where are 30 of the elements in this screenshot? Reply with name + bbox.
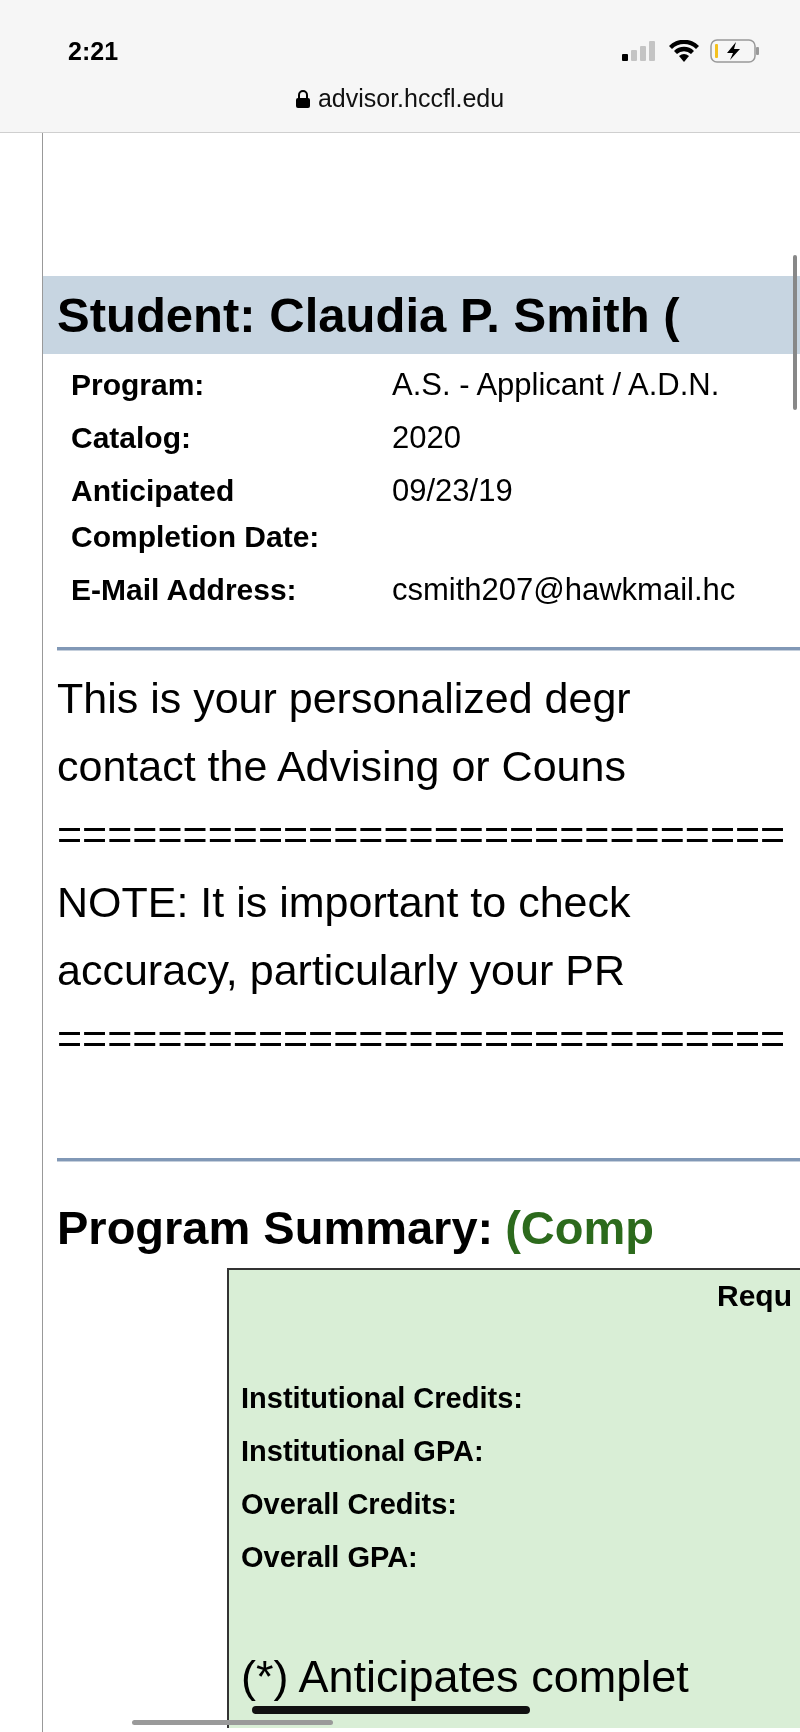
field-label: Anticipated Completion Date: [71,473,321,555]
notice-line: contact the Advising or Couns [57,741,627,792]
notice-line: ============================= [57,1013,787,1064]
section-heading: Program Summary: [57,1200,494,1256]
row-label: Overall Credits: [241,1487,458,1522]
notice-line: This is your personalized degr [57,673,632,724]
field-value: csmith207@hawkmail.hc [392,571,737,609]
battery-icon [710,39,760,63]
footnote: (*) Anticipates complet [241,1652,690,1702]
student-heading: Student: Claudia P. Smith ( [57,287,680,343]
signal-icon [622,41,658,61]
field-value: A.S. - Applicant / A.D.N. [392,366,721,404]
column-heading: Requ [716,1278,793,1314]
notice-line: NOTE: It is important to check [57,877,632,928]
home-indicator[interactable] [252,1706,530,1714]
row-label: Institutional GPA: [241,1434,485,1469]
row-label: Institutional Credits: [241,1381,524,1416]
status-time: 2:21 [68,36,119,66]
notice-line: ============================= [57,809,787,860]
wifi-icon [668,40,700,62]
field-label: E-Mail Address: [71,572,298,608]
lock-icon [295,89,310,108]
row-label: Overall GPA: [241,1540,419,1575]
field-label: Catalog: [71,420,192,456]
field-label: Program: [71,367,206,403]
completion-status: (Comp [505,1200,654,1256]
notice-line: accuracy, particularly your PR [57,945,626,996]
address-bar-url[interactable]: advisor.hccfl.edu [317,84,505,113]
field-value: 09/23/19 [392,472,514,510]
field-value: 2020 [392,419,462,457]
